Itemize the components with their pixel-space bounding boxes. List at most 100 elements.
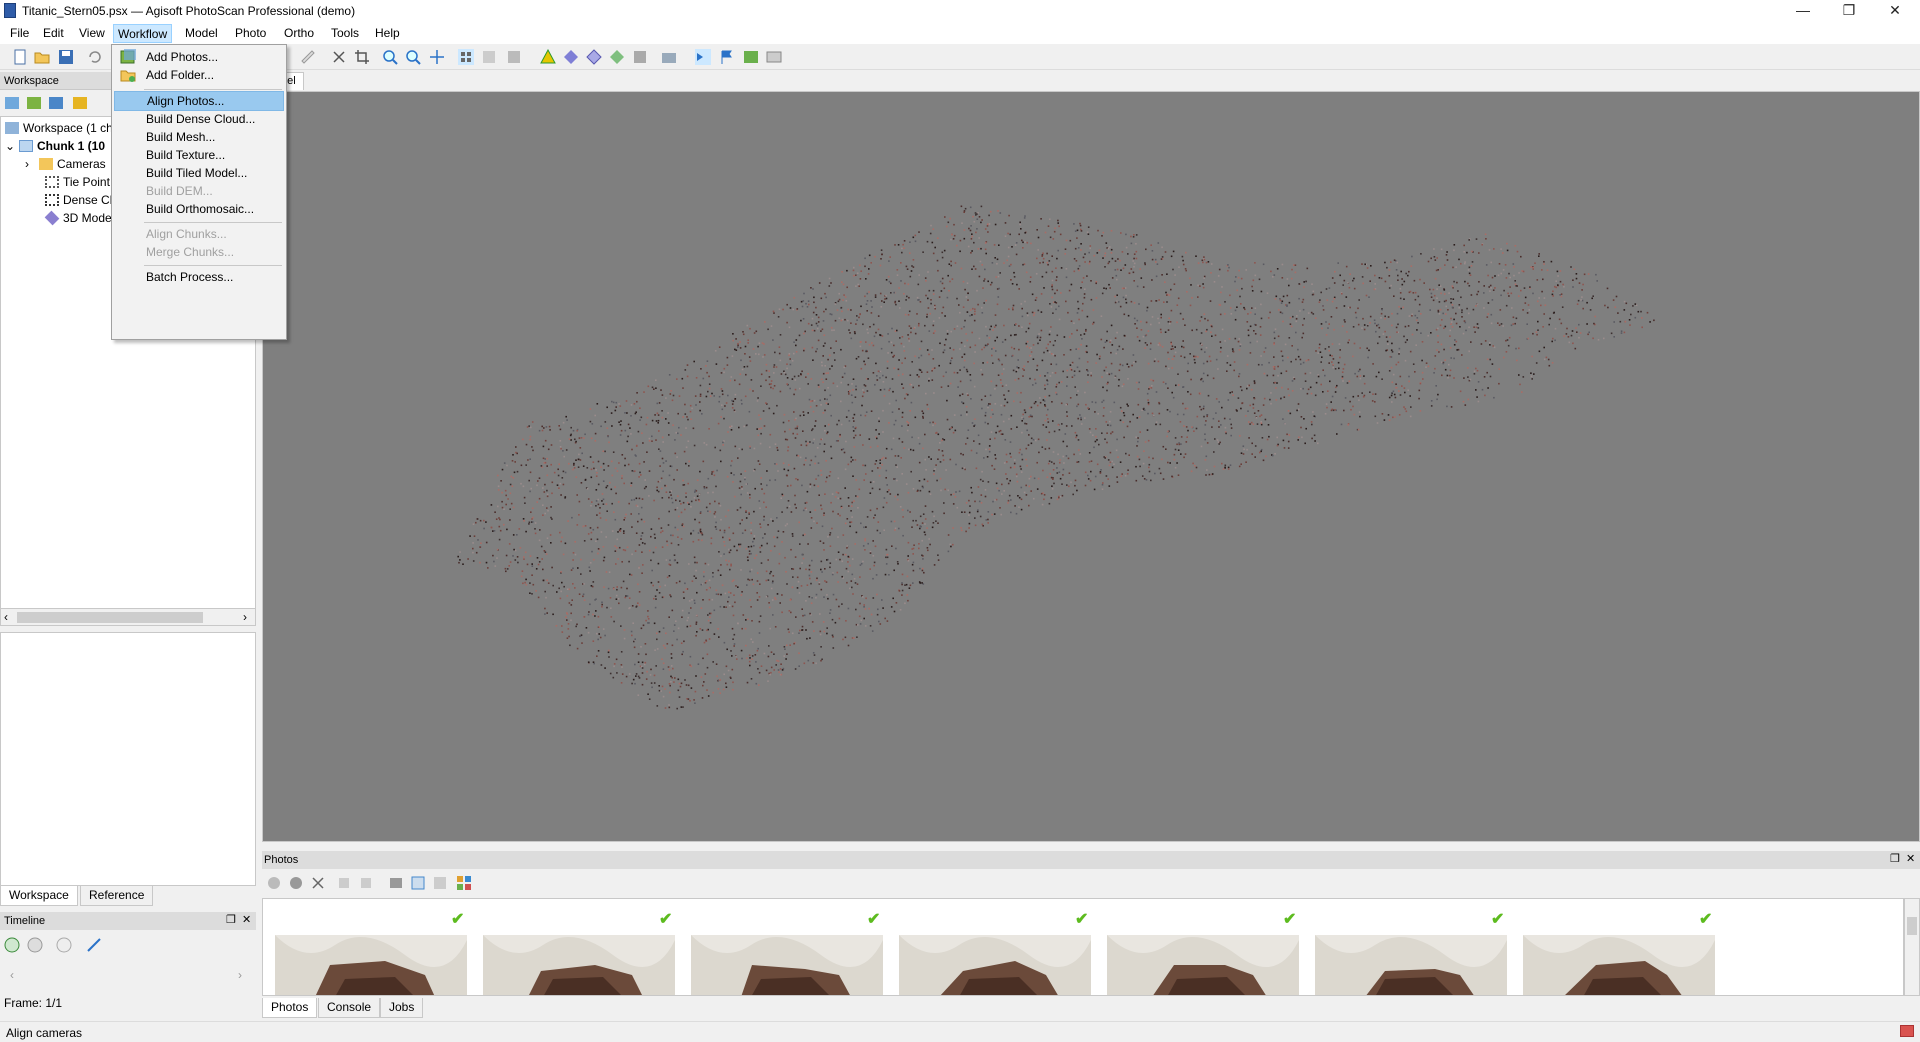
new-document-icon[interactable]	[12, 49, 28, 65]
tie-points-icon	[45, 176, 59, 188]
delete-selection-icon[interactable]	[331, 49, 347, 65]
tiled-model-icon[interactable]	[632, 49, 648, 65]
zoom-out-icon[interactable]	[405, 49, 421, 65]
menu-file[interactable]: File	[6, 24, 33, 43]
stop-icon[interactable]	[27, 937, 43, 953]
tree-item-chunk[interactable]: ⌄ Chunk 1 (10	[5, 137, 105, 155]
scrollbar-thumb[interactable]	[1907, 917, 1917, 935]
scroll-left-icon[interactable]: ‹	[4, 610, 8, 624]
menu-photo[interactable]: Photo	[231, 24, 270, 43]
menu-separator	[144, 89, 282, 90]
photo-thumbnail[interactable]	[899, 935, 1091, 995]
minimize-button[interactable]: —	[1780, 0, 1826, 22]
shaded-model-icon[interactable]	[540, 49, 556, 65]
show-images-icon[interactable]	[743, 49, 759, 65]
points-icon[interactable]	[458, 49, 474, 65]
tab-reference[interactable]: Reference	[80, 886, 154, 906]
menu-add-folder[interactable]: Add Folder...	[114, 65, 284, 85]
tab-photos[interactable]: Photos	[262, 998, 318, 1018]
photo-thumbnail[interactable]	[691, 935, 883, 995]
photos-vertical-scrollbar[interactable]	[1904, 898, 1920, 996]
photo-thumbnail[interactable]	[1315, 935, 1507, 995]
scroll-left-icon[interactable]: ‹	[10, 968, 14, 982]
menu-build-mesh[interactable]: Build Mesh...	[114, 127, 284, 147]
photo-thumbnail[interactable]	[1523, 935, 1715, 995]
title-bar: Titanic_Stern05.psx — Agisoft PhotoScan …	[0, 0, 1920, 22]
point-selection-icon[interactable]	[506, 49, 522, 65]
tab-console[interactable]: Console	[318, 998, 381, 1018]
rotate-right-icon[interactable]	[358, 875, 374, 891]
menu-edit[interactable]: Edit	[39, 24, 68, 43]
ruler-icon[interactable]	[300, 49, 316, 65]
timeline-scrollbar[interactable]: ‹ ›	[0, 968, 256, 986]
record-icon[interactable]	[56, 937, 72, 953]
enable-cameras-icon[interactable]	[266, 875, 282, 891]
float-icon[interactable]: ❐	[1890, 852, 1900, 865]
photo-thumbnail[interactable]	[275, 935, 467, 995]
cloud-points	[457, 205, 1655, 710]
chevron-right-icon[interactable]: ›	[25, 155, 39, 173]
tree-item-tie-points[interactable]: Tie Point	[45, 173, 110, 191]
play-icon[interactable]	[4, 937, 20, 953]
model-viewport[interactable]	[262, 91, 1920, 842]
menu-model[interactable]: Model	[181, 24, 222, 43]
remove-cameras-icon[interactable]	[310, 875, 326, 891]
add-marker-icon[interactable]	[48, 95, 64, 111]
menu-align-photos[interactable]: Align Photos...	[114, 91, 284, 111]
tree-item-3d-model[interactable]: 3D Mode	[44, 209, 112, 227]
menu-build-texture[interactable]: Build Texture...	[114, 145, 284, 165]
scrollbar-thumb[interactable]	[17, 612, 203, 623]
close-icon[interactable]: ✕	[242, 913, 251, 926]
menu-build-orthomosaic[interactable]: Build Orthomosaic...	[114, 199, 284, 219]
notification-icon[interactable]	[1900, 1025, 1914, 1037]
float-icon[interactable]: ❐	[226, 913, 236, 926]
thumbnails-icon[interactable]	[456, 875, 472, 891]
workspace-horizontal-scrollbar[interactable]: ‹ ›	[0, 608, 256, 626]
camera-icon[interactable]	[661, 49, 677, 65]
move-icon[interactable]	[429, 49, 445, 65]
show-cameras-icon[interactable]	[695, 49, 711, 65]
open-folder-icon[interactable]	[34, 49, 50, 65]
menu-add-photos[interactable]: Add Photos...	[114, 47, 284, 67]
add-photos-icon[interactable]	[26, 95, 42, 111]
tab-jobs[interactable]: Jobs	[380, 998, 424, 1018]
tab-workspace[interactable]: Workspace	[0, 886, 78, 906]
filter-icon[interactable]	[388, 875, 404, 891]
menu-build-dense-cloud[interactable]: Build Dense Cloud...	[114, 109, 284, 129]
wireframe-model-icon[interactable]	[586, 49, 602, 65]
crop-icon[interactable]	[354, 49, 370, 65]
disable-cameras-icon[interactable]	[288, 875, 304, 891]
textured-model-icon[interactable]	[609, 49, 625, 65]
menu-batch-process[interactable]: Batch Process...	[114, 267, 284, 287]
chevron-down-icon[interactable]: ⌄	[5, 137, 19, 155]
scroll-right-icon[interactable]: ›	[238, 968, 242, 982]
close-button[interactable]: ✕	[1872, 0, 1918, 22]
settings-icon[interactable]	[86, 937, 102, 953]
view-icon[interactable]	[432, 875, 448, 891]
zoom-in-icon[interactable]	[382, 49, 398, 65]
menu-build-tiled-model[interactable]: Build Tiled Model...	[114, 163, 284, 183]
add-chunk-icon[interactable]	[4, 95, 20, 111]
photo-thumbnail[interactable]	[1107, 935, 1299, 995]
add-shape-icon[interactable]	[72, 95, 88, 111]
save-icon[interactable]	[58, 49, 74, 65]
dense-cloud-icon[interactable]	[481, 49, 497, 65]
tree-item-workspace[interactable]: Workspace (1 ch	[5, 119, 113, 137]
restore-button[interactable]: ❐	[1826, 0, 1872, 22]
show-markers-icon[interactable]	[719, 49, 735, 65]
menu-tools[interactable]: Tools	[327, 24, 363, 43]
scroll-right-icon[interactable]: ›	[243, 610, 247, 624]
rotate-left-icon[interactable]	[336, 875, 352, 891]
menu-view[interactable]: View	[75, 24, 109, 43]
photo-thumbnail[interactable]	[483, 935, 675, 995]
undo-icon[interactable]	[86, 49, 102, 65]
tree-item-cameras[interactable]: › Cameras	[25, 155, 106, 173]
menu-workflow[interactable]: Workflow	[113, 24, 173, 43]
close-icon[interactable]: ✕	[1906, 852, 1915, 865]
solid-model-icon[interactable]	[563, 49, 579, 65]
menu-ortho[interactable]: Ortho	[280, 24, 318, 43]
show-region-icon[interactable]	[766, 49, 782, 65]
tree-item-dense-cloud[interactable]: Dense Cl	[45, 191, 112, 209]
reset-filter-icon[interactable]	[410, 875, 426, 891]
menu-help[interactable]: Help	[371, 24, 404, 43]
